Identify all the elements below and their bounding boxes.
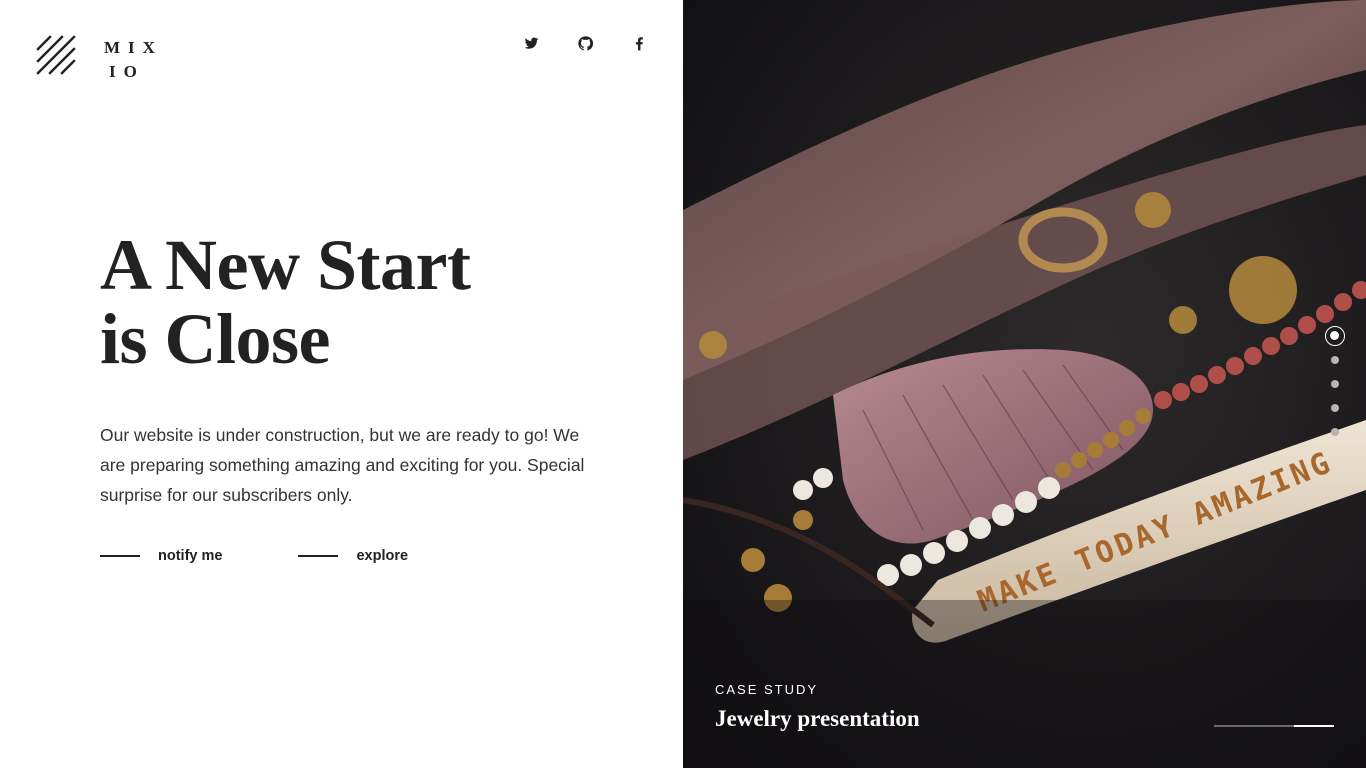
slide-dot-5[interactable] [1331, 428, 1339, 436]
dash-decoration [100, 555, 140, 557]
case-study-label: CASE STUDY [715, 682, 819, 697]
github-link[interactable] [572, 33, 598, 53]
left-panel: MIX IO A New Start is Close Our website … [0, 0, 683, 768]
dash-decoration [298, 555, 339, 557]
notify-me-button[interactable]: notify me [100, 548, 222, 564]
slide-caption: CASE STUDY Jewelry presentation [715, 682, 920, 732]
slide-progress-fill [1294, 725, 1334, 727]
hero-headline: A New Start is Close [100, 225, 471, 379]
slide-dot-2[interactable] [1331, 356, 1339, 364]
logo-line-1: MIX [104, 38, 163, 57]
logo-stripes-icon [36, 35, 76, 75]
facebook-link[interactable] [626, 33, 652, 53]
logo-wordmark: MIX IO [104, 36, 163, 84]
slide-dot-3[interactable] [1331, 380, 1339, 388]
hero-actions: notify me explore [100, 548, 484, 564]
slide-dot-1-active[interactable] [1325, 326, 1345, 346]
twitter-link[interactable] [518, 33, 544, 53]
explore-label: explore [356, 548, 409, 564]
github-icon [577, 35, 593, 50]
headline-line-2: is Close [100, 299, 331, 379]
slide-dot-4[interactable] [1331, 404, 1339, 412]
headline-line-1: A New Start [100, 225, 471, 305]
slide-title[interactable]: Jewelry presentation [715, 706, 920, 732]
jewelry-photo: MAKE TODAY AMAZING [683, 0, 1366, 768]
logo-line-2: IO [109, 62, 145, 81]
slide-progress-bar [1214, 725, 1334, 727]
facebook-icon [635, 36, 643, 50]
twitter-icon [524, 37, 538, 49]
explore-button[interactable]: explore [298, 548, 408, 564]
notify-me-label: notify me [158, 548, 223, 564]
social-links [518, 33, 680, 53]
slide-dots [1325, 326, 1345, 452]
hero-description: Our website is under construction, but w… [100, 425, 585, 505]
logo[interactable]: MIX IO [36, 35, 163, 84]
showcase-panel: MAKE TODAY AMAZING CASE STUDY Jewelry pr… [683, 0, 1366, 768]
